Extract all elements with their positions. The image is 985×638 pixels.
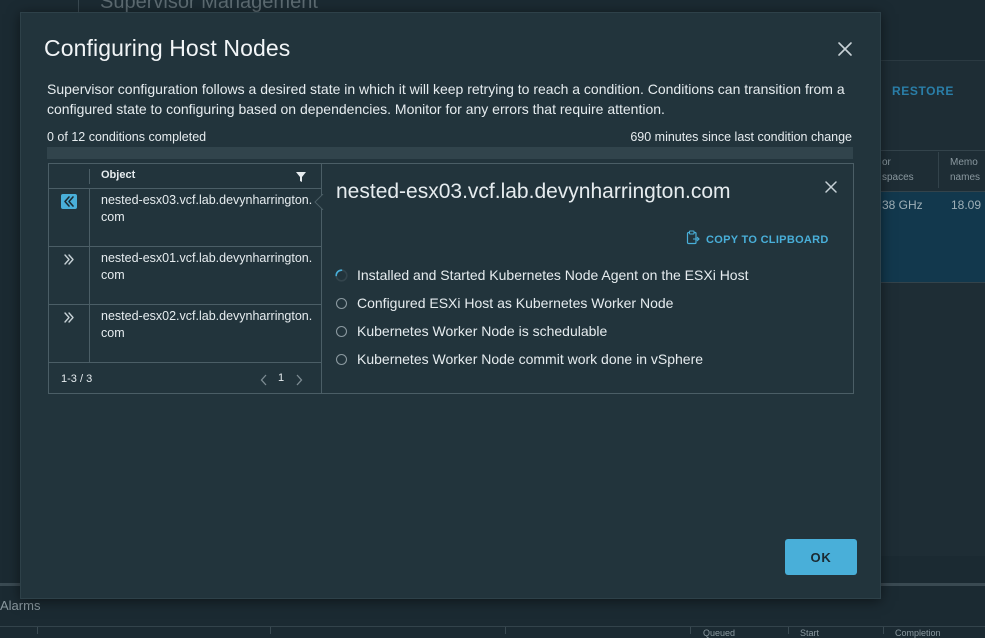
table-cell: 18.09: [951, 198, 982, 212]
column-divider: [89, 189, 90, 246]
filter-icon[interactable]: [295, 170, 307, 182]
row-object-name: nested-esx01.vcf.lab.devynharrington.com: [101, 251, 313, 282]
chevron-left-icon[interactable]: [260, 373, 268, 386]
column-header: or spaces: [882, 157, 914, 183]
modal-description: Supervisor configuration follows a desir…: [47, 81, 845, 117]
chevron-right-icon[interactable]: [295, 373, 303, 386]
condition-item: Kubernetes Worker Node commit work done …: [335, 349, 703, 369]
column-header: Memo names: [950, 157, 981, 183]
copy-to-clipboard-button[interactable]: COPY TO CLIPBOARD: [686, 230, 829, 250]
table-row[interactable]: nested-esx03.vcf.lab.devynharrington.com: [49, 189, 321, 247]
condition-item: Installed and Started Kubernetes Node Ag…: [335, 265, 748, 285]
column-divider: [270, 627, 271, 634]
condition-item: Configured ESXi Host as Kubernetes Worke…: [335, 293, 673, 313]
configuring-host-nodes-modal: Configuring Host Nodes Supervisor config…: [20, 12, 881, 599]
close-icon[interactable]: [823, 179, 839, 195]
detail-pointer: [314, 193, 324, 211]
table-row[interactable]: nested-esx01.vcf.lab.devynharrington.com: [49, 247, 321, 305]
page-number[interactable]: 1: [278, 372, 284, 384]
column-divider: [938, 152, 939, 188]
column-divider: [883, 627, 884, 634]
pending-circle-icon: [335, 325, 348, 338]
progress-count: 0 of 12 conditions completed: [47, 130, 207, 144]
ok-button[interactable]: OK: [785, 539, 857, 575]
row-object-name: nested-esx02.vcf.lab.devynharrington.com: [101, 309, 313, 340]
condition-item: Kubernetes Worker Node is schedulable: [335, 321, 607, 341]
alarms-tab[interactable]: Alarms: [0, 598, 40, 613]
condition-text: Kubernetes Worker Node is schedulable: [357, 323, 608, 339]
expand-row-icon[interactable]: [61, 252, 77, 267]
column-header-object: Object: [101, 169, 136, 181]
column-divider: [89, 305, 90, 362]
condition-text: Kubernetes Worker Node commit work done …: [357, 351, 704, 367]
condition-text: Configured ESXi Host as Kubernetes Worke…: [357, 295, 674, 311]
divider: [0, 626, 985, 627]
pending-circle-icon: [335, 353, 348, 366]
copy-to-clipboard-label: COPY TO CLIPBOARD: [706, 234, 829, 246]
column-header: Queued: [703, 628, 736, 638]
close-icon[interactable]: [834, 38, 856, 60]
object-datagrid: Object nested-esx03.vcf.lab.devynharring…: [49, 164, 322, 393]
condition-text: Installed and Started Kubernetes Node Ag…: [357, 267, 749, 283]
spinner-icon: [335, 268, 348, 282]
datagrid-footer: 1-3 / 3 1: [49, 365, 321, 393]
pending-circle-icon: [335, 297, 348, 310]
progress-bar: [47, 147, 853, 159]
column-divider: [690, 627, 691, 634]
detail-title: nested-esx03.vcf.lab.devynharrington.com: [336, 180, 731, 203]
table-row[interactable]: nested-esx02.vcf.lab.devynharrington.com: [49, 305, 321, 363]
clipboard-icon: [686, 230, 700, 250]
progress-time: 690 minutes since last condition change: [630, 130, 852, 144]
divider: [78, 0, 79, 12]
column-divider: [788, 627, 789, 634]
row-object-name: nested-esx03.vcf.lab.devynharrington.com: [101, 193, 313, 224]
column-header: Start: [800, 628, 820, 638]
pagination-range: 1-3 / 3: [61, 373, 93, 385]
column-divider: [37, 627, 38, 634]
modal-title: Configuring Host Nodes: [44, 35, 291, 61]
column-divider: [89, 169, 90, 184]
conditions-panel: Object nested-esx03.vcf.lab.devynharring…: [48, 163, 854, 394]
datagrid-header: Object: [49, 164, 321, 189]
expand-row-icon[interactable]: [61, 310, 77, 325]
column-divider: [89, 247, 90, 304]
restore-button[interactable]: RESTORE: [892, 84, 954, 98]
table-cell: 38 GHz: [882, 198, 923, 212]
column-divider: [505, 627, 506, 634]
column-header: Completion: [895, 628, 941, 638]
collapse-row-icon[interactable]: [61, 194, 77, 209]
background-panel: [880, 60, 985, 556]
